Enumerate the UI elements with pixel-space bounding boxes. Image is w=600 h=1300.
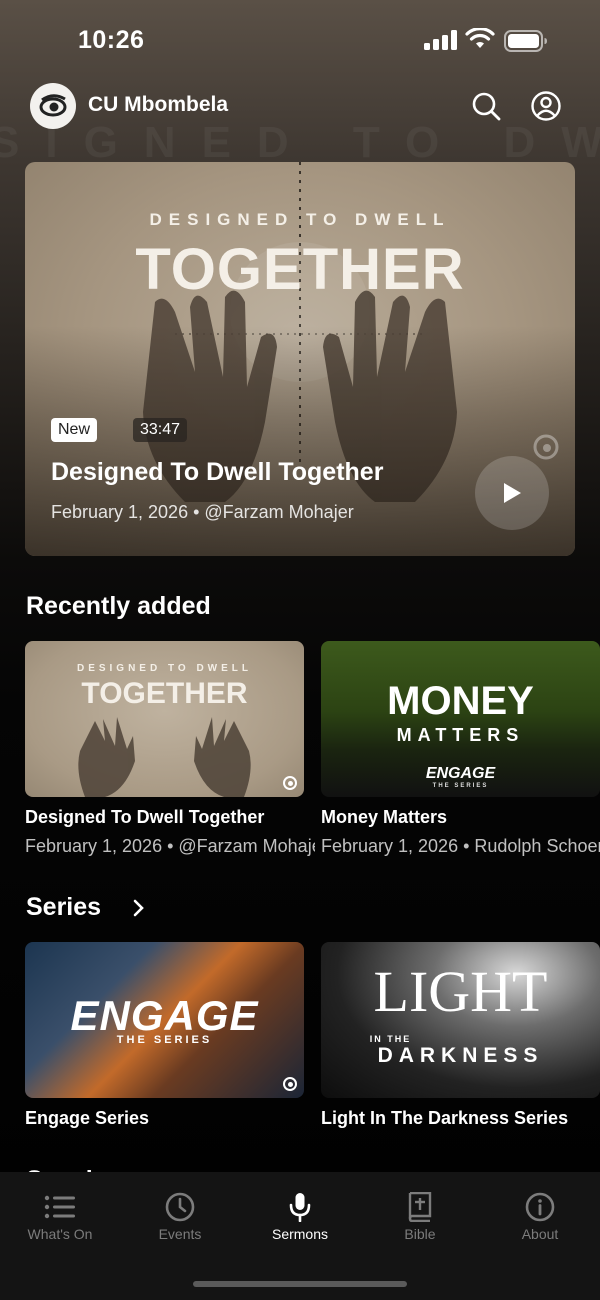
battery-icon	[504, 30, 547, 52]
recent-card-money[interactable]: MONEY MATTERS ENGAGE THE SERIES Money Ma…	[321, 641, 600, 856]
search-icon[interactable]	[470, 90, 502, 122]
info-icon	[525, 1192, 555, 1222]
tab-label: Sermons	[271, 1226, 329, 1242]
recent-card-meta: February 1, 2026 • Rudolph Schoeman	[321, 836, 600, 856]
hero-title: Designed To Dwell Together	[51, 458, 384, 486]
thumb-mid: IN THE	[369, 1034, 412, 1044]
hero-art-kicker: DESIGNED TO DWELL	[149, 210, 451, 229]
recent-thumb-money: MONEY MATTERS ENGAGE THE SERIES	[321, 641, 600, 797]
play-icon	[504, 483, 521, 503]
thumb-brand-sub: THE SERIES	[432, 783, 489, 789]
tab-sermons[interactable]: Sermons	[240, 1192, 360, 1254]
thumb-kicker: DESIGNED TO DWELL	[76, 663, 253, 674]
watermark-logo-icon	[283, 1077, 297, 1091]
tab-events[interactable]: Events	[120, 1192, 240, 1254]
list-icon	[44, 1195, 75, 1219]
watermark-logo-icon	[283, 776, 297, 790]
thumb-title: MONEY	[387, 679, 534, 723]
signal-icon	[424, 30, 457, 50]
bible-icon	[408, 1192, 432, 1222]
thumb-title: ENGAGE	[70, 992, 259, 1039]
tab-bible[interactable]: Bible	[360, 1192, 480, 1254]
tab-about[interactable]: About	[480, 1192, 600, 1254]
series-heading[interactable]: Series	[26, 893, 101, 922]
thumb-title: TOGETHER	[81, 677, 248, 710]
thumb-title: LIGHT	[373, 959, 548, 1024]
hero-meta: February 1, 2026 • @Farzam Mohajer	[51, 502, 354, 522]
play-button[interactable]	[475, 456, 549, 530]
featured-sermon-card[interactable]: DESIGNED TO DWELL TOGETHER New 33:47 Des…	[25, 162, 575, 556]
tab-label: About	[521, 1226, 559, 1242]
microphone-icon	[289, 1193, 311, 1222]
tab-label: Bible	[404, 1226, 436, 1242]
wifi-icon	[465, 28, 495, 48]
series-card-light[interactable]: LIGHT IN THE DARKNESS Light In The Darkn…	[321, 942, 600, 1128]
app-header: CU Mbombela	[0, 80, 600, 132]
watermark-logo-icon	[533, 434, 559, 460]
series-card-title: Engage Series	[25, 1108, 150, 1128]
series-thumb-engage: ENGAGE THE SERIES	[25, 942, 304, 1098]
tab-label: Events	[158, 1226, 202, 1242]
tab-whats-on[interactable]: What's On	[0, 1192, 120, 1254]
profile-icon[interactable]	[530, 90, 562, 122]
thumb-subtitle: DARKNESS	[377, 1044, 544, 1067]
series-card-engage[interactable]: ENGAGE THE SERIES Engage Series	[25, 942, 304, 1128]
home-indicator[interactable]	[193, 1281, 407, 1287]
series-chevron-right-icon[interactable]	[131, 898, 147, 918]
church-logo[interactable]	[30, 83, 76, 129]
hero-art-title: TOGETHER	[135, 237, 465, 302]
series-thumb-light: LIGHT IN THE DARKNESS	[321, 942, 600, 1098]
recently-added-heading: Recently added	[26, 592, 211, 620]
status-time: 10:26	[78, 26, 145, 54]
thumb-subtitle: MATTERS	[396, 725, 525, 745]
recent-card-title: Money Matters	[321, 807, 448, 827]
tab-label: What's On	[27, 1226, 93, 1242]
duration-badge: 33:47	[133, 418, 188, 442]
thumb-brand: ENGAGE	[425, 765, 496, 782]
logo-eye-icon	[39, 94, 67, 117]
status-bar: 10:26	[0, 0, 600, 80]
clock-icon	[165, 1192, 195, 1222]
recent-card-title: Designed To Dwell Together	[25, 807, 265, 827]
recent-thumb-dwell: DESIGNED TO DWELL TOGETHER	[25, 641, 304, 797]
recent-card-dwell[interactable]: DESIGNED TO DWELL TOGETHER Designed To D…	[25, 641, 315, 856]
app-title: CU Mbombela	[88, 93, 229, 116]
recent-card-meta: February 1, 2026 • @Farzam Mohajer	[25, 836, 315, 856]
series-card-title: Light In The Darkness Series	[321, 1108, 569, 1128]
thumb-subtitle: THE SERIES	[116, 1034, 213, 1046]
new-badge: New	[51, 418, 98, 442]
